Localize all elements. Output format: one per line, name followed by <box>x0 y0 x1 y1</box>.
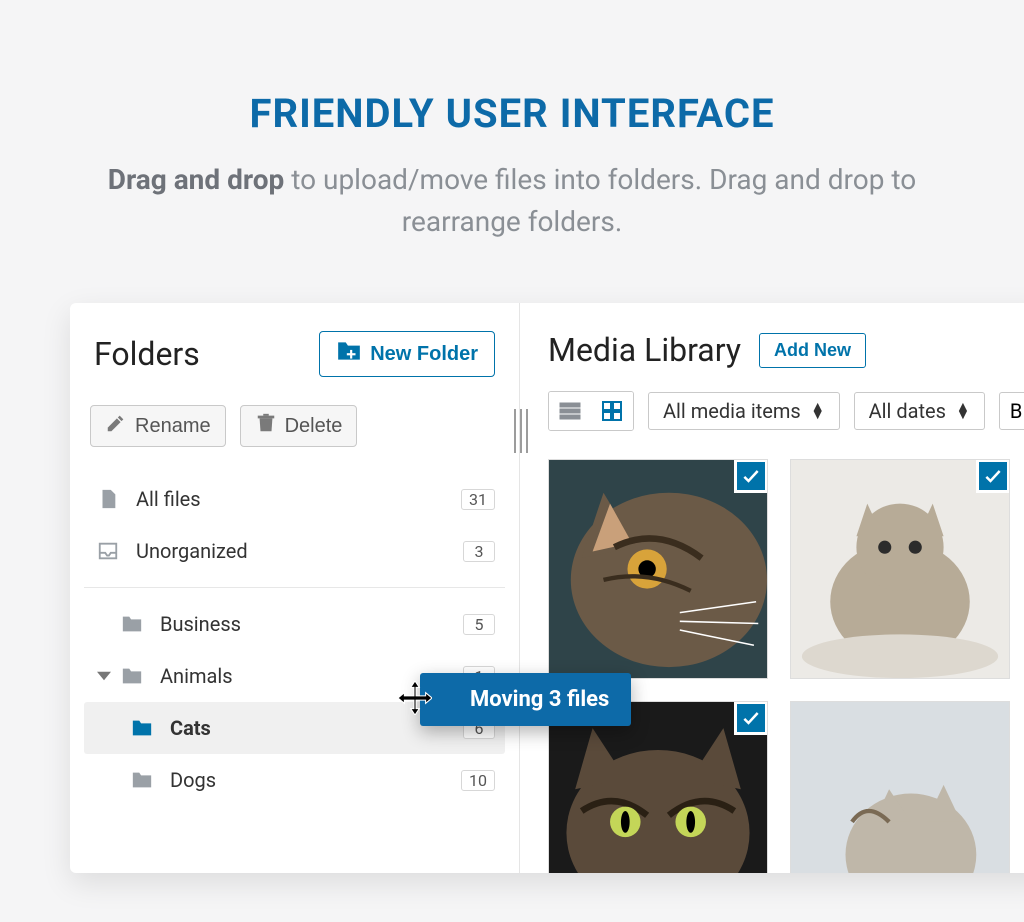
media-thumbnail[interactable] <box>548 701 768 873</box>
sidebar-item-all-files[interactable]: All files 31 <box>84 473 505 525</box>
new-folder-button[interactable]: New Folder <box>319 331 495 377</box>
all-files-count: 31 <box>461 489 495 510</box>
delete-label: Delete <box>285 415 343 438</box>
unorganized-label: Unorganized <box>136 539 248 563</box>
new-folder-label: New Folder <box>370 343 478 366</box>
grid-view-button[interactable] <box>591 392 633 430</box>
media-type-value: All media items <box>663 399 801 423</box>
media-thumbnail[interactable] <box>548 459 768 679</box>
media-type-select[interactable]: All media items ▲▼ <box>648 392 840 430</box>
media-thumbnail[interactable] <box>790 459 1010 679</box>
business-count: 5 <box>463 614 495 635</box>
folder-icon <box>118 613 146 635</box>
dates-select[interactable]: All dates ▲▼ <box>854 392 985 430</box>
folders-sidebar: Folders New Folder Rename <box>70 303 520 873</box>
inbox-icon <box>94 540 122 562</box>
delete-button[interactable]: Delete <box>240 405 358 447</box>
add-new-button[interactable]: Add New <box>759 333 866 368</box>
sort-arrows-icon: ▲▼ <box>811 403 825 419</box>
dogs-label: Dogs <box>170 768 216 792</box>
unorganized-count: 3 <box>463 541 495 562</box>
hero-title: FRIENDLY USER INTERFACE <box>40 90 984 137</box>
rename-button[interactable]: Rename <box>90 405 226 447</box>
business-label: Business <box>160 612 241 636</box>
divider <box>84 587 505 588</box>
dates-value: All dates <box>869 399 946 423</box>
cat-image-icon <box>791 702 1009 873</box>
selected-check-icon[interactable] <box>734 459 768 493</box>
folder-plus-icon <box>336 340 362 368</box>
cats-label: Cats <box>170 716 211 740</box>
hero-sub-bold: Drag and drop <box>108 163 285 196</box>
resize-handle-icon[interactable] <box>514 409 528 453</box>
selected-check-icon[interactable] <box>976 459 1010 493</box>
media-library-heading: Media Library <box>548 331 741 369</box>
sidebar-item-dogs[interactable]: Dogs 10 <box>84 754 505 806</box>
hero-subtitle: Drag and drop to upload/move files into … <box>72 159 952 243</box>
folder-icon <box>128 717 156 739</box>
selected-check-icon[interactable] <box>734 701 768 735</box>
sidebar-item-business[interactable]: Business 5 <box>84 598 505 650</box>
rename-label: Rename <box>135 415 211 438</box>
media-thumbnail[interactable] <box>790 701 1010 873</box>
chevron-down-icon[interactable] <box>94 669 114 683</box>
media-library-main: Media Library Add New All media items <box>520 303 1024 873</box>
sidebar-item-unorganized[interactable]: Unorganized 3 <box>84 525 505 577</box>
grid-icon <box>600 399 624 423</box>
folder-icon <box>118 665 146 687</box>
animals-label: Animals <box>160 664 233 688</box>
move-cursor-icon <box>398 681 432 715</box>
hero-sub-rest: to upload/move files into folders. Drag … <box>284 163 916 238</box>
folder-icon <box>128 769 156 791</box>
all-files-label: All files <box>136 487 201 511</box>
sort-arrows-icon: ▲▼ <box>956 403 970 419</box>
list-icon <box>558 399 582 423</box>
folders-heading: Folders <box>94 335 200 373</box>
app-panel: Folders New Folder Rename <box>70 303 1024 873</box>
drag-tooltip: Moving 3 files <box>420 673 631 726</box>
list-view-button[interactable] <box>549 392 591 430</box>
pencil-icon <box>105 412 127 440</box>
file-icon <box>94 488 122 510</box>
bulk-select-button[interactable]: B <box>999 392 1024 430</box>
trash-icon <box>255 412 277 440</box>
dogs-count: 10 <box>461 770 495 791</box>
view-toggle <box>548 391 634 431</box>
